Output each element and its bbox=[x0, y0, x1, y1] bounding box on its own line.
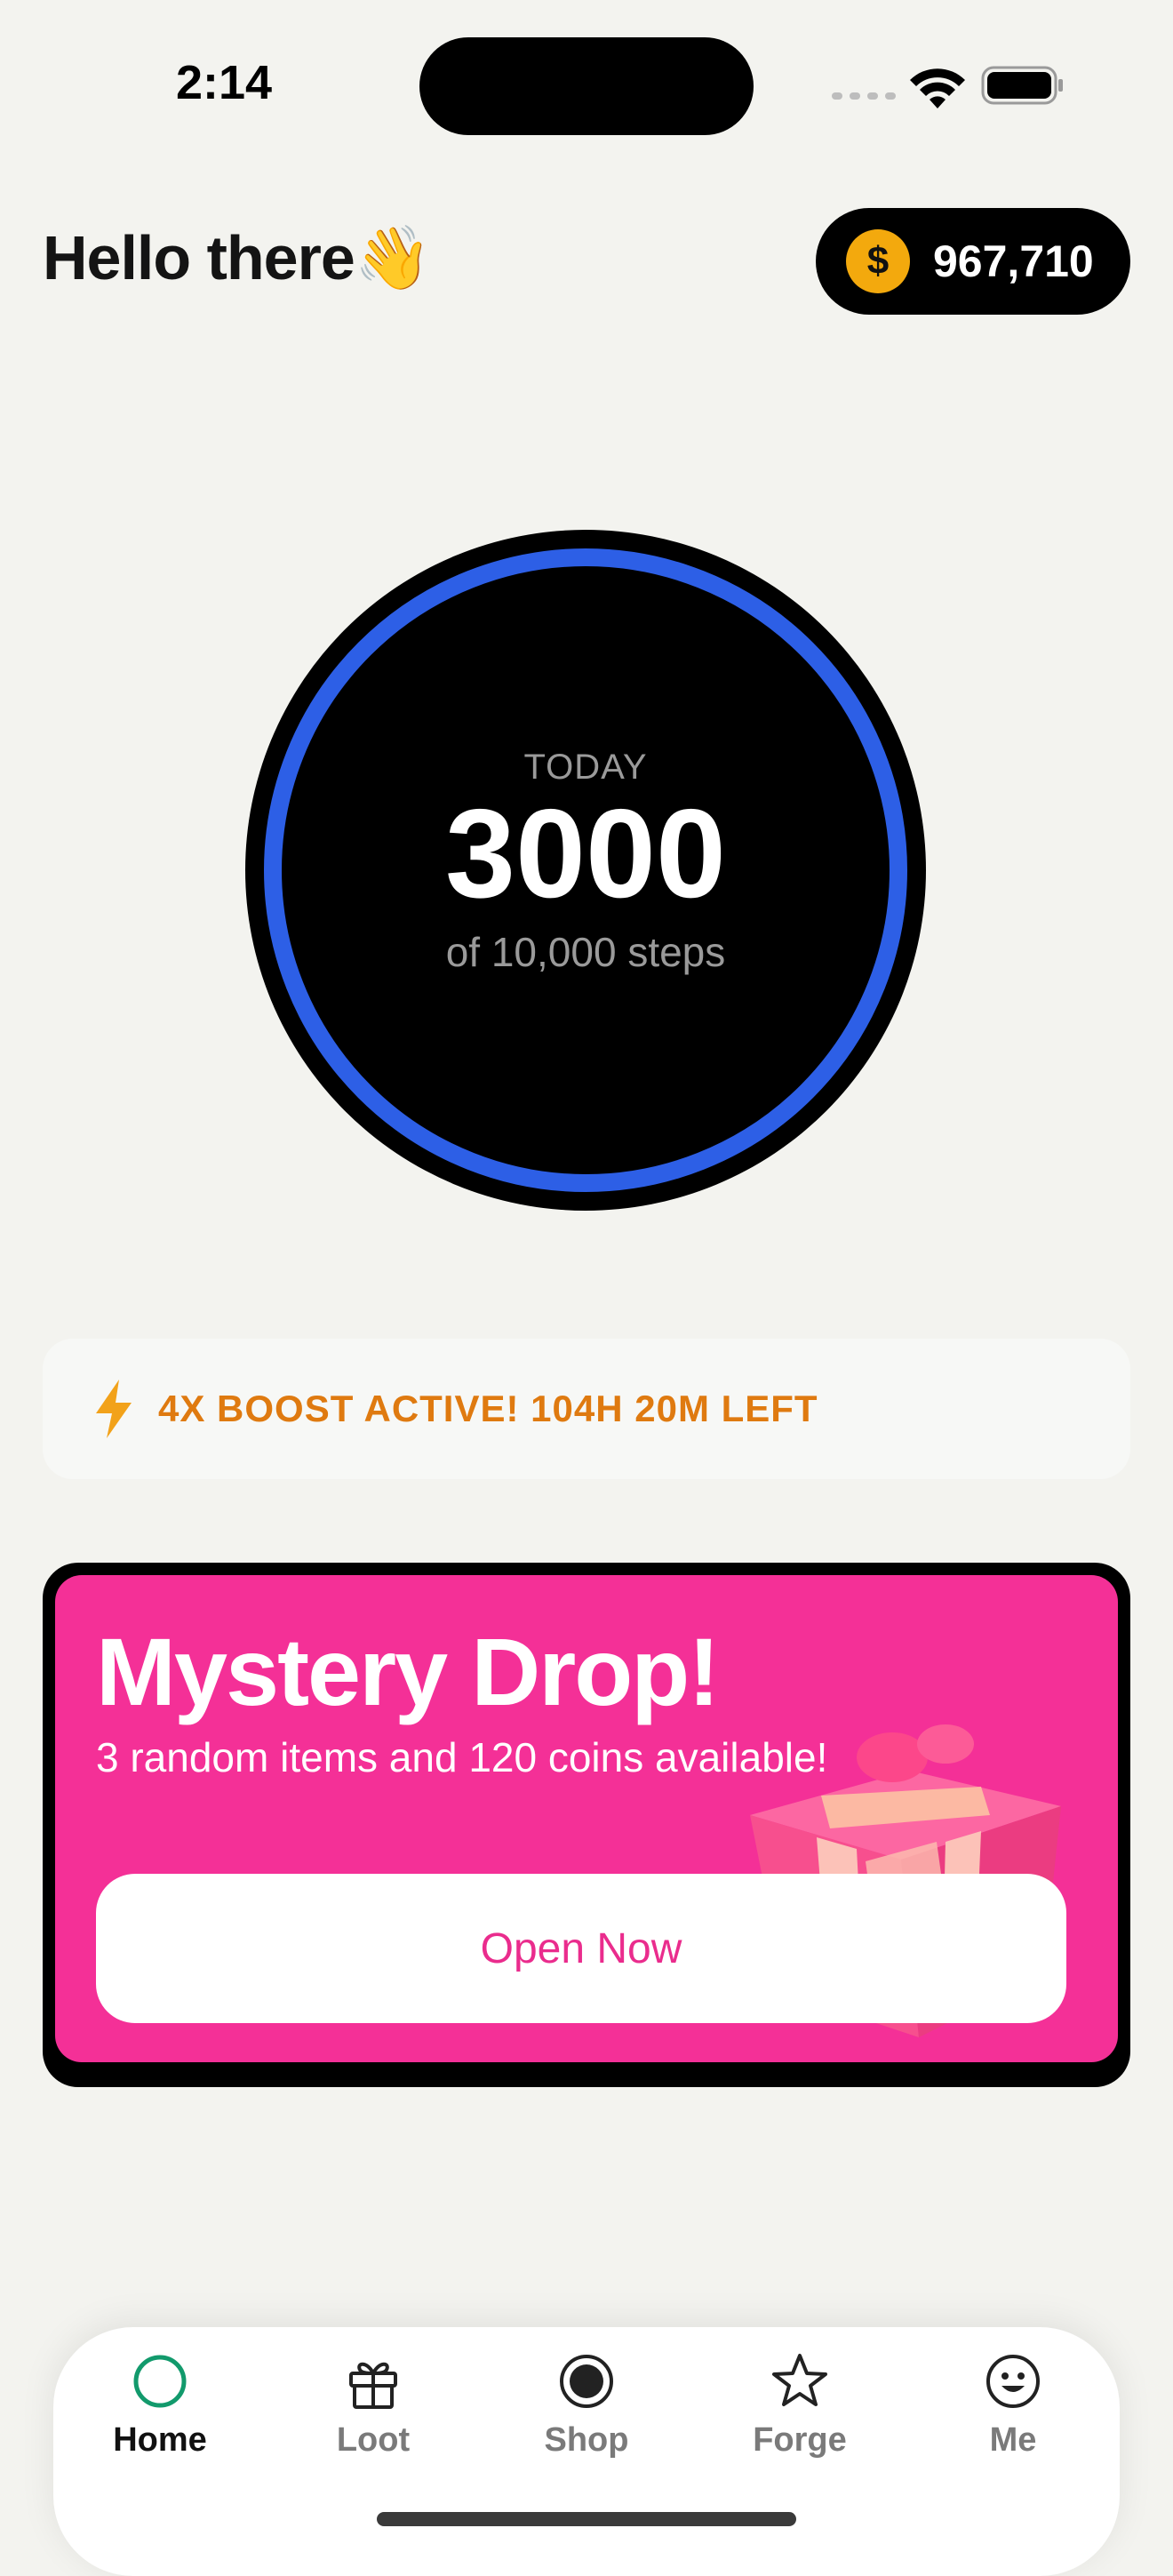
open-now-button[interactable]: Open Now bbox=[96, 1874, 1066, 2023]
status-time: 2:14 bbox=[176, 56, 273, 109]
mystery-drop-subtitle: 3 random items and 120 coins available! bbox=[96, 1734, 828, 1780]
tab-forge-label: Forge bbox=[753, 2421, 847, 2459]
greeting-title: Hello there👋 bbox=[43, 223, 432, 292]
cellular-signal-icon bbox=[832, 92, 896, 100]
gift-icon bbox=[349, 2362, 397, 2409]
tab-shop-label: Shop bbox=[544, 2421, 629, 2459]
star-icon bbox=[772, 2354, 827, 2406]
bottom-tab-bar: Home Loot Shop Forge Me bbox=[53, 2327, 1120, 2576]
boost-status-text: 4X BOOST ACTIVE! 104H 20M LEFT bbox=[158, 1388, 818, 1429]
coin-balance-pill[interactable]: $ 967,710 bbox=[816, 208, 1130, 315]
tab-forge[interactable]: Forge bbox=[711, 2350, 889, 2460]
dynamic-island bbox=[419, 37, 754, 135]
tab-me-label: Me bbox=[989, 2421, 1037, 2459]
mystery-drop-title: Mystery Drop! bbox=[96, 1618, 720, 1725]
tab-shop[interactable]: Shop bbox=[498, 2350, 675, 2460]
tab-home-label: Home bbox=[113, 2421, 207, 2459]
today-label: TODAY bbox=[523, 747, 648, 787]
tab-home[interactable]: Home bbox=[71, 2350, 249, 2460]
wifi-icon bbox=[910, 68, 965, 108]
steps-goal: of 10,000 steps bbox=[445, 928, 726, 975]
smiley-icon bbox=[986, 2355, 1040, 2408]
boost-banner: 4X BOOST ACTIVE! 104H 20M LEFT bbox=[43, 1339, 1130, 1479]
home-circle-icon bbox=[133, 2355, 187, 2408]
steps-count: 3000 bbox=[445, 782, 726, 924]
mystery-drop-card: Mystery Drop! 3 random items and 120 coi… bbox=[43, 1563, 1130, 2087]
tab-loot-label: Loot bbox=[336, 2421, 411, 2459]
lightning-bolt-icon bbox=[96, 1380, 132, 1438]
tab-me[interactable]: Me bbox=[924, 2350, 1102, 2460]
coin-balance: 967,710 bbox=[933, 236, 1094, 286]
coin-icon: $ bbox=[846, 229, 910, 293]
battery-icon bbox=[981, 66, 1063, 105]
home-indicator bbox=[377, 2512, 796, 2526]
shop-circle-icon bbox=[560, 2355, 613, 2408]
steps-ring: TODAY 3000 of 10,000 steps bbox=[243, 528, 928, 1212]
tab-loot[interactable]: Loot bbox=[284, 2350, 462, 2460]
